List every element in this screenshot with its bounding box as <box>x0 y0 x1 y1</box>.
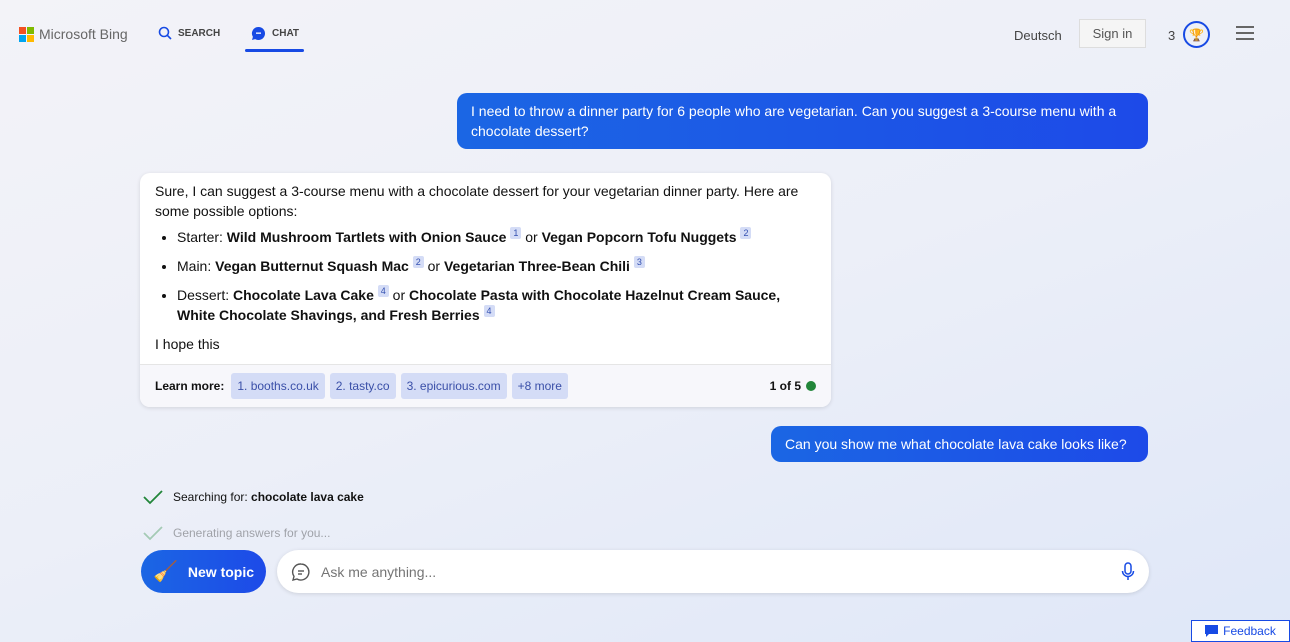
learn-more-label: Learn more: <box>155 379 225 393</box>
learn-more-bar: Learn more: 1. booths.co.uk 2. tasty.co … <box>140 364 831 407</box>
generating-status: Generating answers for you... <box>143 525 330 541</box>
chat-input-box <box>277 550 1149 593</box>
ask-input[interactable] <box>321 563 1111 580</box>
broom-icon: 🧹 <box>153 561 178 583</box>
bot-message: Sure, I can suggest a 3-course menu with… <box>140 173 831 407</box>
logo-text: Microsoft Bing <box>39 26 128 42</box>
citation[interactable]: 4 <box>483 305 495 317</box>
hamburger-menu-icon[interactable] <box>1236 26 1254 44</box>
tab-label: CHAT <box>272 28 300 39</box>
tab-search[interactable]: SEARCH <box>158 26 220 40</box>
source-link[interactable]: 2. tasty.co <box>329 373 396 399</box>
citation[interactable]: 4 <box>377 285 389 297</box>
active-tab-indicator <box>245 49 304 52</box>
checkmark-icon <box>143 490 163 505</box>
bot-intro: Sure, I can suggest a 3-course menu with… <box>155 183 799 219</box>
rewards-points: 3 <box>1168 28 1176 43</box>
more-sources-link[interactable]: +8 more <box>511 373 568 399</box>
searching-status: Searching for: chocolate lava cake <box>143 489 364 505</box>
citation[interactable]: 2 <box>740 227 752 239</box>
rewards-trophy-icon[interactable]: 🏆 <box>1183 21 1210 48</box>
citation[interactable]: 1 <box>510 227 522 239</box>
bing-logo[interactable]: Microsoft Bing <box>19 26 128 42</box>
tab-chat[interactable]: CHAT <box>251 26 299 41</box>
tab-label: SEARCH <box>178 27 221 39</box>
microphone-icon[interactable] <box>1121 561 1135 582</box>
status-dot-icon <box>806 381 816 391</box>
user-message: Can you show me what chocolate lava cake… <box>771 426 1148 462</box>
chat-icon <box>251 26 265 40</box>
language-link[interactable]: Deutsch <box>1014 28 1062 43</box>
menu-list: Starter: Wild Mushroom Tartlets with Oni… <box>177 227 816 325</box>
microsoft-logo-icon <box>19 26 34 42</box>
new-topic-button[interactable]: 🧹 New topic <box>141 550 266 593</box>
turn-counter: 1 of 5 <box>770 376 816 396</box>
user-message: I need to throw a dinner party for 6 peo… <box>457 93 1148 149</box>
list-item: Starter: Wild Mushroom Tartlets with Oni… <box>177 227 816 247</box>
checkmark-icon <box>143 526 163 541</box>
sign-in-button[interactable]: Sign in <box>1079 19 1146 48</box>
bot-outro: I hope this <box>155 336 220 352</box>
source-link[interactable]: 3. epicurious.com <box>400 373 507 399</box>
feedback-button[interactable]: Feedback <box>1191 620 1290 642</box>
chat-bubble-icon <box>291 562 310 581</box>
list-item: Dessert: Chocolate Lava Cake 4 or Chocol… <box>177 285 816 325</box>
source-link[interactable]: 1. booths.co.uk <box>231 373 325 399</box>
list-item: Main: Vegan Butternut Squash Mac 2 or Ve… <box>177 256 816 276</box>
citation[interactable]: 2 <box>412 256 424 268</box>
citation[interactable]: 3 <box>633 256 645 268</box>
feedback-icon <box>1205 625 1219 637</box>
header: Microsoft Bing SEARCH CHAT Deutsch Sign … <box>0 0 1290 66</box>
search-icon <box>158 26 172 40</box>
